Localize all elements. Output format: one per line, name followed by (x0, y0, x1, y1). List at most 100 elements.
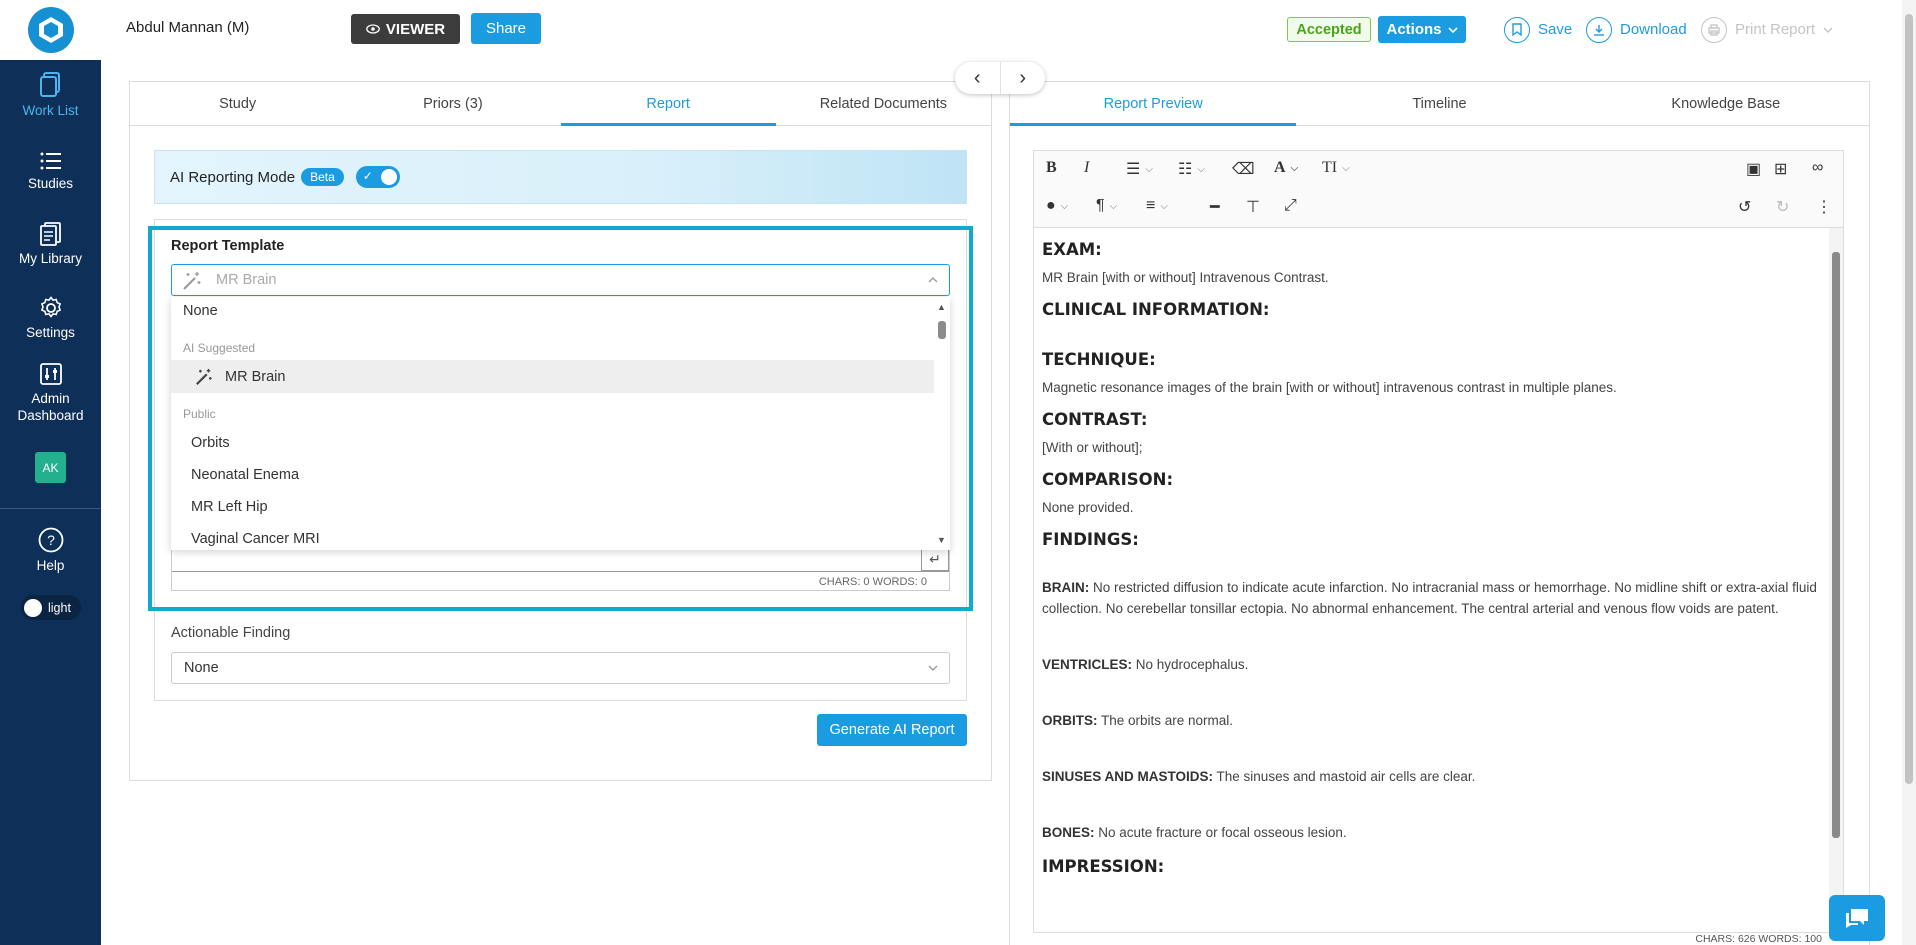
theme-toggle[interactable]: light (21, 595, 81, 620)
chevron-down-icon (1823, 27, 1833, 33)
section-heading: COMPARISON: (1042, 470, 1174, 489)
actionable-finding-select[interactable]: None (171, 652, 950, 684)
font-color-icon[interactable]: A ⌵ (1274, 159, 1298, 177)
next-arrow-icon[interactable]: › (1001, 62, 1046, 94)
svg-text:?: ? (47, 532, 55, 548)
paragraph-icon[interactable]: ¶ ⌵ (1096, 197, 1117, 215)
report-template-title: Report Template (171, 238, 285, 254)
format-painter-icon[interactable]: ⊤ (1246, 197, 1260, 217)
ai-reporting-banner: AI Reporting Mode Beta ✓ (154, 150, 967, 204)
option-ai-mr-brain[interactable]: MR Brain (171, 360, 934, 393)
tab-knowledge-base[interactable]: Knowledge Base (1583, 82, 1869, 125)
finding-orbits: ORBITS: The orbits are normal. (1042, 710, 1822, 731)
avatar[interactable]: AK (35, 452, 66, 483)
sidebar-item-help[interactable]: ? Help (0, 524, 101, 576)
user-avatar-wrap: AK (0, 452, 101, 483)
sidebar-item-label: Help (36, 558, 65, 573)
sidebar-item-library[interactable]: My Library (0, 218, 101, 270)
section-text: MR Brain [with or without] Intravenous C… (1042, 270, 1329, 285)
patient-name: Abdul Mannan (M) (126, 19, 250, 36)
section-heading: IMPRESSION: (1042, 857, 1165, 876)
table-icon[interactable]: ⊞ (1774, 159, 1787, 179)
report-editor[interactable]: EXAM: MR Brain [with or without] Intrave… (1033, 228, 1844, 935)
share-button[interactable]: Share (471, 13, 541, 44)
undo-icon[interactable]: ↺ (1738, 197, 1751, 217)
tab-study[interactable]: Study (130, 82, 345, 125)
study-navigation: ‹ › (955, 62, 1045, 94)
bullet-list-icon[interactable]: ☰ ⌵ (1126, 159, 1153, 179)
dropdown-scrollbar-thumb[interactable] (938, 321, 946, 339)
section-heading: CLINICAL INFORMATION: (1042, 300, 1270, 319)
section-heading: CONTRAST: (1042, 410, 1148, 429)
finding-text: The orbits are normal. (1097, 713, 1234, 728)
bookmark-icon (1504, 16, 1530, 43)
highlight-color-icon[interactable]: ● ⌵ (1046, 197, 1068, 215)
sliders-icon (39, 362, 62, 385)
printer-icon (1701, 16, 1727, 43)
more-options-icon[interactable]: ⋮ (1816, 197, 1832, 217)
sidebar-item-worklist[interactable]: Work List (0, 70, 101, 120)
fullscreen-icon[interactable]: ⤢ (1284, 197, 1297, 215)
section-heading: FINDINGS: (1042, 530, 1139, 549)
download-icon (1586, 16, 1612, 43)
previous-arrow-icon[interactable]: ‹ (955, 62, 1001, 94)
option-orbits[interactable]: Orbits (171, 429, 934, 457)
option-none[interactable]: None (171, 297, 934, 325)
top-bar: Abdul Mannan (M) VIEWER Share Accepted A… (101, 0, 1902, 58)
actions-button[interactable]: Actions (1378, 16, 1466, 43)
finding-key: BRAIN: (1042, 580, 1090, 595)
finding-key: VENTRICLES: (1042, 657, 1133, 672)
page-scrollbar-thumb[interactable] (1905, 14, 1913, 784)
tab-timeline[interactable]: Timeline (1296, 82, 1582, 125)
tab-report-preview[interactable]: Report Preview (1010, 82, 1297, 126)
finding-text: No acute fracture or focal osseous lesio… (1094, 825, 1347, 840)
font-size-icon[interactable]: TI ⌵ (1322, 159, 1350, 177)
image-icon[interactable]: ▣ (1746, 159, 1761, 179)
sidebar-item-admin[interactable]: Admin Dashboard (0, 360, 101, 426)
actionable-value: None (184, 660, 219, 676)
finding-text: The sinuses and mastoid air cells are cl… (1213, 769, 1476, 784)
enter-icon[interactable]: ↵ (921, 549, 949, 571)
status-badge: Accepted (1287, 17, 1371, 42)
print-report-button[interactable]: Print Report (1701, 16, 1833, 43)
theme-label: light (48, 600, 71, 615)
tab-report[interactable]: Report (560, 82, 777, 126)
section-text: None provided. (1042, 500, 1134, 515)
ai-mode-toggle[interactable]: ✓ (355, 166, 400, 188)
generate-ai-report-button[interactable]: Generate AI Report (817, 714, 967, 746)
scroll-down-icon[interactable]: ▼ (937, 535, 946, 545)
sidebar: Work List Studies My Library Settings Ad… (0, 0, 101, 945)
editor-scrollbar[interactable] (1829, 228, 1843, 934)
worklist-icon (39, 72, 60, 97)
eye-icon (366, 24, 380, 34)
save-button[interactable]: Save (1504, 16, 1572, 43)
help-icon: ? (38, 527, 63, 553)
sidebar-item-settings[interactable]: Settings (0, 292, 101, 344)
scroll-up-icon[interactable]: ▲ (937, 302, 946, 312)
report-template-select[interactable]: MR Brain (171, 264, 950, 296)
bold-icon[interactable]: B (1046, 159, 1057, 177)
page-scrollbar[interactable] (1902, 0, 1916, 945)
template-textarea[interactable]: ↵ CHARS: 0 WORDS: 0 (171, 549, 950, 591)
align-icon[interactable]: ≡ ⌵ (1146, 197, 1168, 215)
theme-toggle-knob (24, 598, 42, 617)
chevron-down-icon (1447, 26, 1458, 33)
italic-icon[interactable]: I (1084, 159, 1089, 177)
option-vaginal-cancer-mri[interactable]: Vaginal Cancer MRI (171, 525, 934, 550)
sidebar-item-studies[interactable]: Studies (0, 146, 101, 196)
dropdown-scrollbar[interactable]: ▲ ▼ (934, 297, 950, 550)
option-neonatal-enema[interactable]: Neonatal Enema (171, 461, 934, 489)
eraser-icon[interactable]: ⌫ (1232, 159, 1255, 179)
horizontal-rule-icon[interactable]: ━ (1210, 197, 1220, 217)
numbered-list-icon[interactable]: ☷ ⌵ (1178, 159, 1205, 179)
chat-button[interactable] (1829, 895, 1885, 941)
redo-icon[interactable]: ↻ (1776, 197, 1789, 217)
viewer-button[interactable]: VIEWER (351, 14, 460, 44)
editor-scrollbar-thumb[interactable] (1832, 252, 1840, 838)
download-button[interactable]: Download (1586, 16, 1687, 43)
option-mr-left-hip[interactable]: MR Left Hip (171, 493, 934, 521)
link-icon[interactable]: ∞ (1812, 159, 1823, 177)
sidebar-divider (0, 508, 101, 509)
tab-priors[interactable]: Priors (3) (345, 82, 560, 125)
app-logo[interactable] (27, 7, 74, 53)
